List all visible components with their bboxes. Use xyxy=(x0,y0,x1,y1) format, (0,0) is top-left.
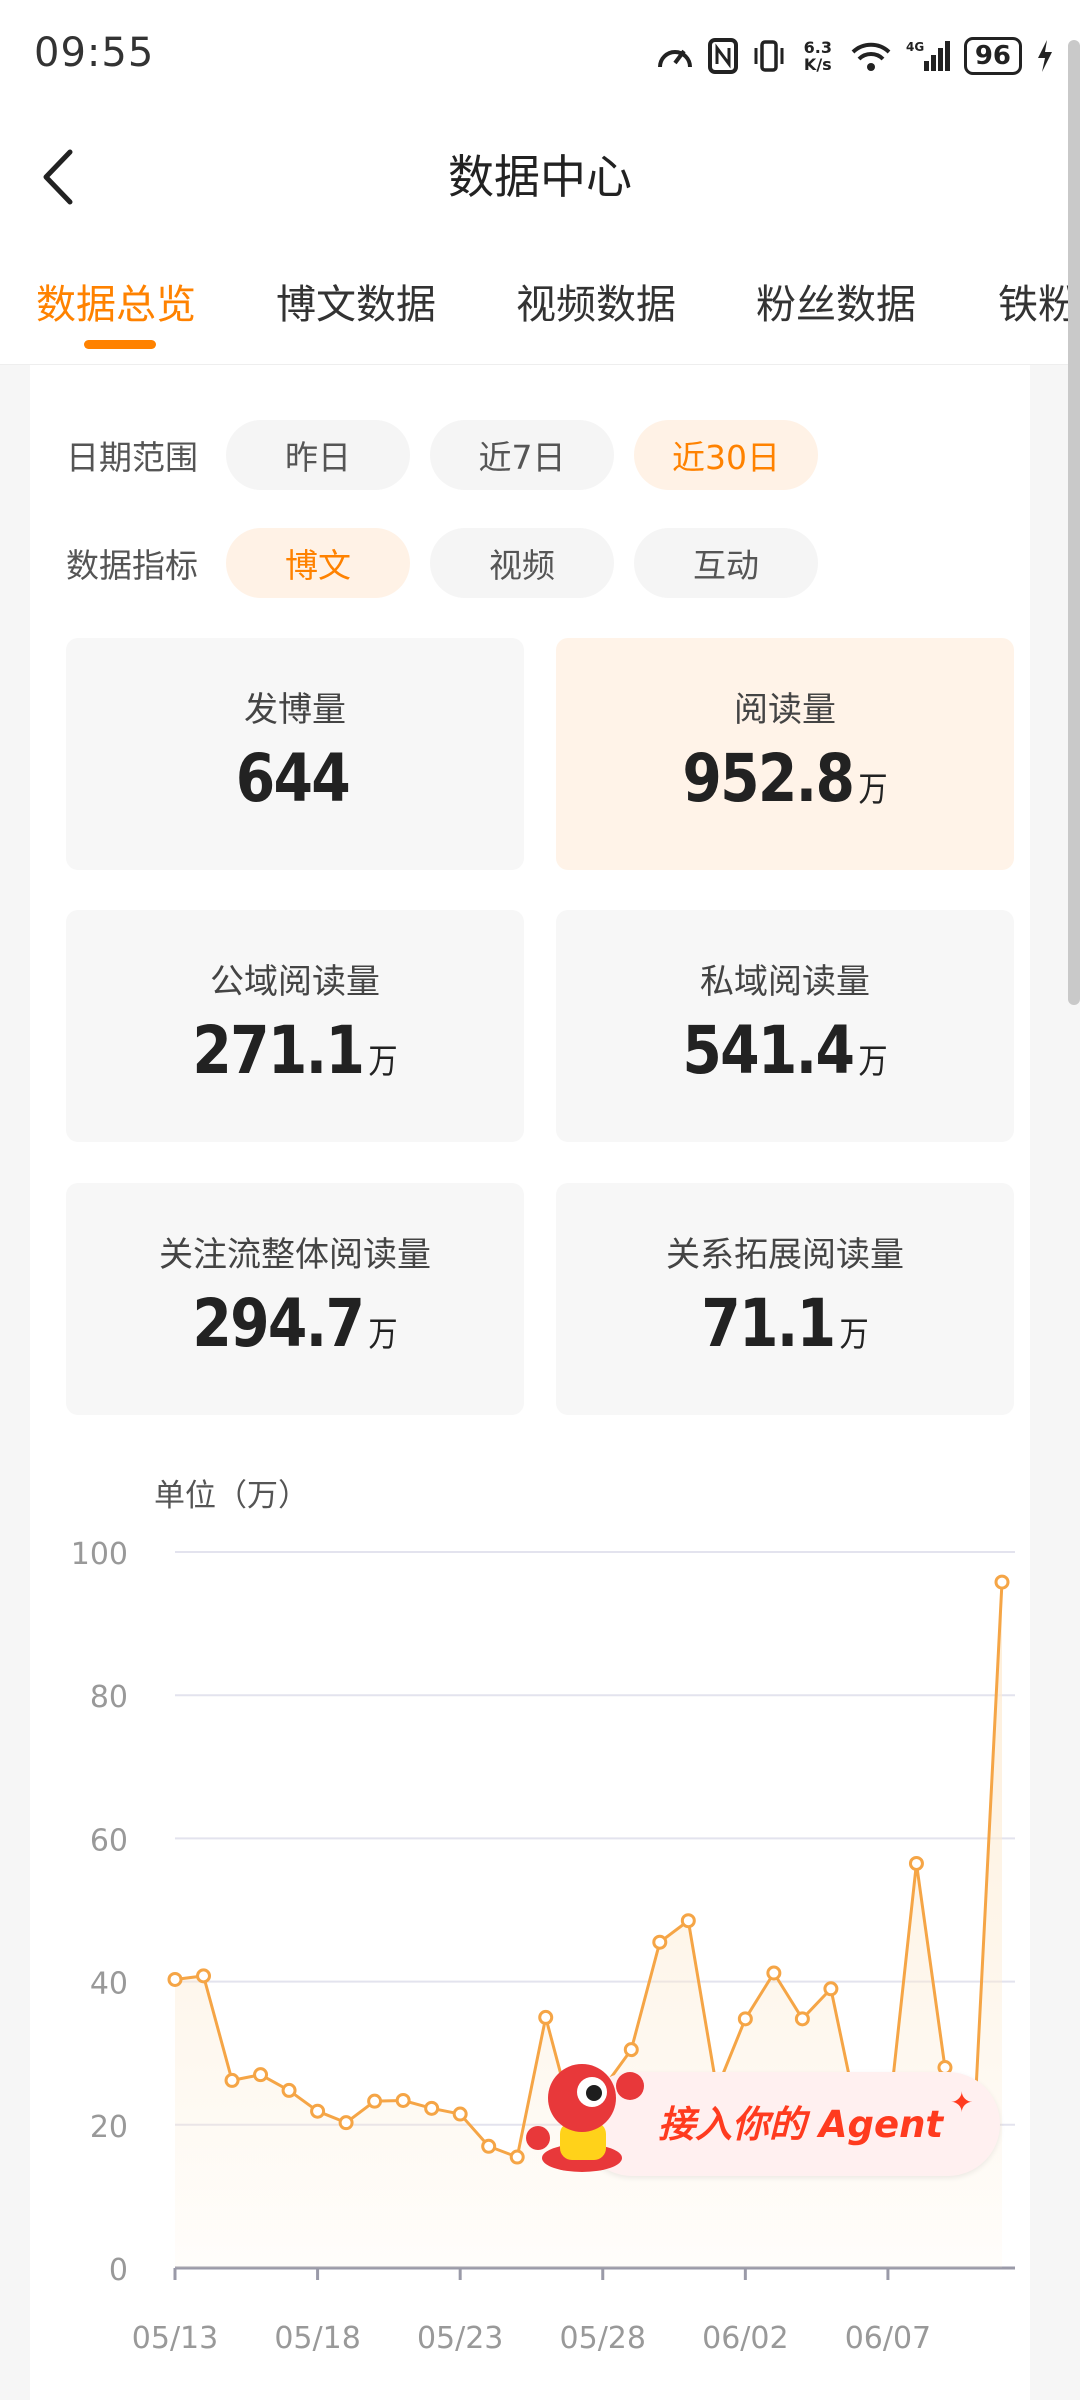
stat-value: 271.1 万 xyxy=(192,1012,398,1089)
date-option-30days[interactable]: 近30日 xyxy=(634,420,818,490)
data-point xyxy=(424,2100,440,2116)
status-time: 09:55 xyxy=(34,30,155,76)
data-point xyxy=(338,2115,354,2131)
battery-level: 96 xyxy=(963,37,1022,75)
x-tick-label: 06/02 xyxy=(702,2321,788,2356)
data-point xyxy=(224,2072,240,2088)
y-tick-label: 60 xyxy=(90,1823,128,1858)
date-option-7days[interactable]: 近7日 xyxy=(430,420,614,490)
stat-label: 公域阅读量 xyxy=(210,962,380,1002)
data-point xyxy=(680,1913,696,1929)
status-bar: 09:55 6.3 K/s 4G 96 xyxy=(0,0,1080,118)
x-tick-label: 06/07 xyxy=(845,2321,931,2356)
date-option-yesterday[interactable]: 昨日 xyxy=(226,420,410,490)
metric-option-videos[interactable]: 视频 xyxy=(430,528,614,598)
y-tick-label: 0 xyxy=(109,2253,128,2288)
x-tick-label: 05/23 xyxy=(417,2321,503,2356)
status-icons: 6.3 K/s 4G 96 xyxy=(656,34,1054,78)
data-point xyxy=(281,2082,297,2098)
scrollbar[interactable] xyxy=(1068,40,1080,1005)
sparkle-icon: ✦ xyxy=(950,2086,974,2119)
date-range-row: 日期范围 昨日 近7日 近30日 xyxy=(66,420,838,490)
stat-label: 发博量 xyxy=(244,690,346,730)
stat-follow-feed-reads[interactable]: 关注流整体阅读量 294.7 万 xyxy=(66,1183,524,1415)
stat-value: 644 xyxy=(235,740,351,817)
vibrate-icon xyxy=(752,39,786,73)
reads-line-chart: 0 20 40 60 80 100 05/13 05/18 05/23 05/28 06/02 06/… xyxy=(71,1537,1015,2356)
stat-relation-expand-reads[interactable]: 关系拓展阅读量 71.1 万 xyxy=(556,1183,1014,1415)
stat-value: 952.8 万 xyxy=(682,740,888,817)
svg-text:4G: 4G xyxy=(906,40,924,54)
data-point xyxy=(196,1968,212,1984)
metric-option-posts[interactable]: 博文 xyxy=(226,528,410,598)
speedometer-icon xyxy=(656,39,694,73)
data-point xyxy=(794,2011,810,2027)
stat-post-count[interactable]: 发博量 644 xyxy=(66,638,524,870)
data-point xyxy=(994,1574,1010,1590)
stat-label: 关注流整体阅读量 xyxy=(159,1235,431,1275)
x-tick-label: 05/28 xyxy=(560,2321,646,2356)
data-point xyxy=(452,2106,468,2122)
stat-label: 阅读量 xyxy=(734,690,836,730)
tab-iron-fans[interactable]: 铁粉 xyxy=(998,272,1078,330)
metric-row: 数据指标 博文 视频 互动 xyxy=(66,528,838,598)
y-tick-label: 80 xyxy=(90,1680,128,1715)
stat-label: 私域阅读量 xyxy=(700,962,870,1002)
tab-fans[interactable]: 粉丝数据 xyxy=(756,272,916,330)
y-tick-label: 100 xyxy=(71,1537,128,1572)
active-tab-indicator xyxy=(84,340,156,349)
metric-label: 数据指标 xyxy=(66,546,198,585)
nfc-icon xyxy=(707,38,738,74)
agent-badge[interactable]: 接入你的 Agent ✦ xyxy=(520,2040,1020,2180)
y-tick-label: 20 xyxy=(90,2110,128,2145)
stat-value: 71.1 万 xyxy=(701,1285,869,1362)
x-tick-label: 05/18 xyxy=(274,2321,360,2356)
stat-label: 关系拓展阅读量 xyxy=(666,1235,904,1275)
tab-videos[interactable]: 视频数据 xyxy=(516,272,676,330)
stat-read-count[interactable]: 阅读量 952.8 万 xyxy=(556,638,1014,870)
data-point xyxy=(538,2009,554,2025)
tab-overview[interactable]: 数据总览 xyxy=(36,272,196,330)
tab-posts[interactable]: 博文数据 xyxy=(276,272,436,330)
data-point xyxy=(395,2092,411,2108)
mascot-icon xyxy=(526,2064,644,2172)
data-point xyxy=(481,2138,497,2154)
stat-value: 541.4 万 xyxy=(682,1012,888,1089)
data-point xyxy=(367,2093,383,2109)
date-range-label: 日期范围 xyxy=(66,438,198,477)
x-tick-label: 05/13 xyxy=(132,2321,218,2356)
signal-icon: 4G xyxy=(906,39,950,73)
data-point xyxy=(908,1855,924,1871)
tab-bar: 数据总览 博文数据 视频数据 粉丝数据 铁粉 xyxy=(0,236,1080,365)
data-point xyxy=(737,2011,753,2027)
page-title: 数据中心 xyxy=(448,150,632,204)
data-point xyxy=(652,1934,668,1950)
agent-badge-text: 接入你的 Agent xyxy=(658,2103,944,2146)
y-tick-label: 40 xyxy=(90,1967,128,2002)
charging-icon xyxy=(1036,39,1054,73)
stat-value: 294.7 万 xyxy=(192,1285,398,1362)
data-point xyxy=(823,1981,839,1997)
data-point xyxy=(766,1965,782,1981)
metric-option-interaction[interactable]: 互动 xyxy=(634,528,818,598)
data-point xyxy=(167,1971,183,1987)
data-point xyxy=(253,2067,269,2083)
wifi-icon xyxy=(850,40,892,72)
network-speed: 6.3 K/s xyxy=(803,38,832,74)
stat-private-reads[interactable]: 私域阅读量 541.4 万 xyxy=(556,910,1014,1142)
stat-public-reads[interactable]: 公域阅读量 271.1 万 xyxy=(66,910,524,1142)
header-bar: 数据中心 xyxy=(0,118,1080,236)
data-point xyxy=(310,2103,326,2119)
